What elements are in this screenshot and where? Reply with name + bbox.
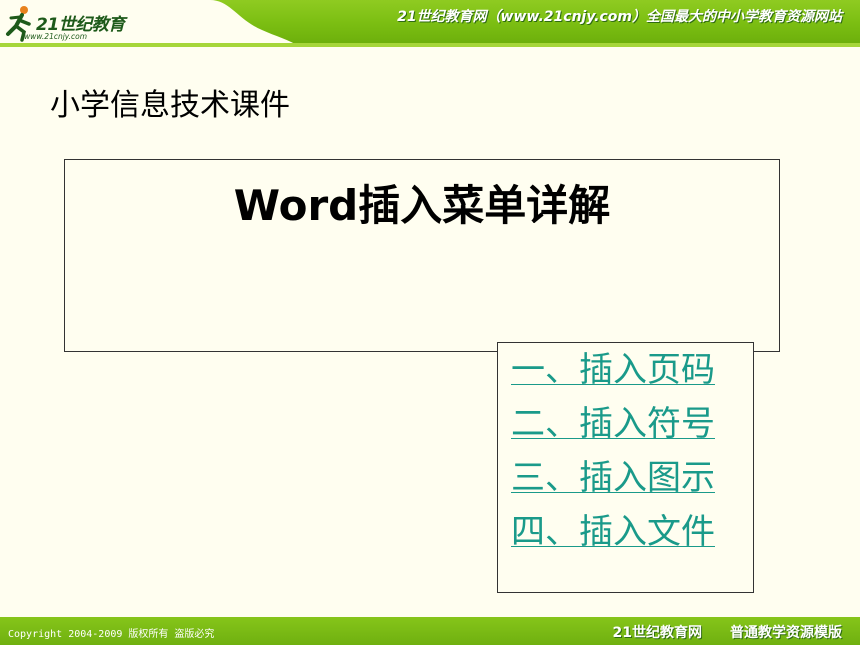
footer-site-name[interactable]: 21世纪教育网 xyxy=(613,625,702,641)
footer-branding: 21世纪教育网 普通教学资源模版 xyxy=(613,622,842,642)
header-slogan: 21世纪教育网（www.21cnjy.com）全国最大的中小学教育资源网站 xyxy=(397,9,842,25)
slide-subtitle: 小学信息技术课件 xyxy=(50,88,290,123)
header-divider xyxy=(0,43,860,47)
link-insert-page-number[interactable]: 一、插入页码 xyxy=(511,353,715,387)
header-bar: 21世纪教育 www.21cnjy.com 21世纪教育网（www.21cnjy… xyxy=(0,0,860,47)
footer-copyright: Copyright 2004-2009 版权所有 盗版必究 xyxy=(8,629,215,640)
logo-url: www.21cnjy.com xyxy=(24,32,88,41)
link-insert-file[interactable]: 四、插入文件 xyxy=(511,515,715,549)
link-insert-diagram[interactable]: 三、插入图示 xyxy=(511,461,715,495)
footer-template-name: 普通教学资源模版 xyxy=(730,625,842,641)
links-box: 一、插入页码 二、插入符号 三、插入图示 四、插入文件 xyxy=(497,342,754,593)
site-logo[interactable]: 21世纪教育 www.21cnjy.com xyxy=(2,4,142,42)
title-box: Word插入菜单详解 xyxy=(64,159,780,352)
link-insert-symbol[interactable]: 二、插入符号 xyxy=(511,407,715,441)
slide-title: Word插入菜单详解 xyxy=(233,181,611,230)
footer-bar: Copyright 2004-2009 版权所有 盗版必究 21世纪教育网 普通教… xyxy=(0,617,860,645)
